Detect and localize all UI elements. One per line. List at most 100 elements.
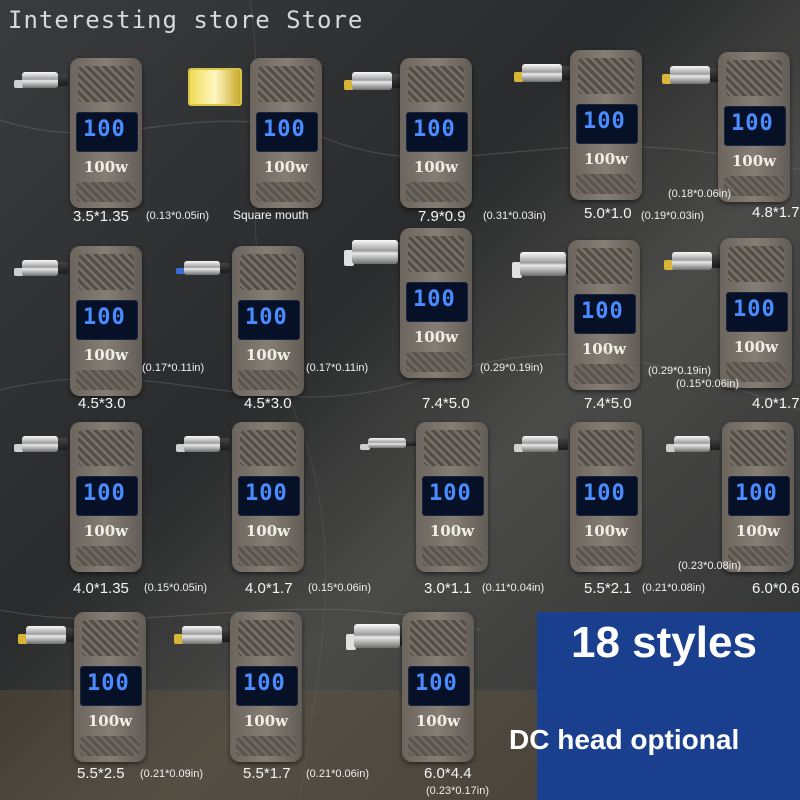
size-label: 3.5*1.35 — [73, 208, 129, 225]
size-label: 4.8*1.7 — [752, 204, 800, 221]
size-label: 6.0*0.6 — [752, 580, 800, 597]
display-readout: 100 — [733, 297, 776, 322]
square-tip-icon — [188, 68, 242, 106]
adapter-foot — [574, 364, 634, 384]
adapter-grill — [82, 620, 138, 656]
adapter-grill — [78, 430, 134, 466]
inch-label: (0.23*0.08in) — [678, 560, 741, 572]
adapter-grill — [730, 430, 786, 466]
display-screen: 100 — [408, 666, 470, 706]
adapter-body: 100 100w — [70, 58, 142, 208]
wattage-label: 100w — [733, 338, 779, 356]
display-readout: 100 — [87, 671, 130, 696]
adapter-foot — [76, 182, 136, 202]
size-label: 4.0*1.35 — [73, 580, 129, 597]
size-label: 5.5*2.1 — [584, 580, 632, 597]
display-screen: 100 — [574, 294, 636, 334]
adapter-body: 100 100w — [416, 422, 488, 572]
store-title: Interesting store Store — [8, 6, 364, 34]
display-screen: 100 — [576, 104, 638, 144]
display-readout: 100 — [415, 671, 458, 696]
wattage-label: 100w — [415, 712, 461, 730]
adapter-body: 100 100w — [232, 246, 304, 396]
adapter-foot — [238, 370, 298, 390]
adapter-grill — [410, 620, 466, 656]
adapter-grill — [408, 66, 464, 102]
display-readout: 100 — [243, 671, 286, 696]
display-screen: 100 — [238, 300, 300, 340]
display-screen: 100 — [422, 476, 484, 516]
display-readout: 100 — [245, 481, 288, 506]
adapter-foot — [408, 736, 468, 756]
product-item: 100 100w — [172, 246, 348, 416]
size-label: 7.4*5.0 — [422, 395, 470, 412]
wattage-label: 100w — [731, 152, 777, 170]
adapter-grill — [258, 66, 314, 102]
display-readout: 100 — [245, 305, 288, 330]
product-item: 100 100w — [14, 612, 190, 782]
adapter-body: 100 100w — [720, 238, 792, 388]
adapter-body: 100 100w — [70, 246, 142, 396]
inch-label: (0.18*0.06in) — [668, 188, 731, 200]
adapter-foot — [256, 182, 316, 202]
wattage-label: 100w — [263, 158, 309, 176]
wattage-label: 100w — [735, 522, 781, 540]
display-readout: 100 — [263, 117, 306, 142]
display-readout: 100 — [583, 109, 626, 134]
adapter-grill — [78, 66, 134, 102]
adapter-body: 100 100w — [570, 50, 642, 200]
adapter-foot — [406, 352, 466, 372]
adapter-foot — [76, 546, 136, 566]
adapter-body: 100 100w — [402, 612, 474, 762]
display-readout: 100 — [83, 305, 126, 330]
adapter-foot — [576, 546, 636, 566]
product-item: 100 100w — [172, 422, 348, 592]
display-readout: 100 — [83, 117, 126, 142]
size-label: 4.5*3.0 — [244, 395, 292, 412]
adapter-foot — [238, 546, 298, 566]
size-label: 7.4*5.0 — [584, 395, 632, 412]
adapter-grill — [240, 430, 296, 466]
adapter-grill — [408, 236, 464, 272]
wattage-label: 100w — [429, 522, 475, 540]
product-item: 100 100w — [510, 422, 686, 592]
product-item: 100 100w — [10, 58, 186, 228]
display-screen: 100 — [238, 476, 300, 516]
adapter-body: 100 100w — [722, 422, 794, 572]
banner-subline: DC head optional — [509, 724, 740, 755]
adapter-foot — [236, 736, 296, 756]
wattage-label: 100w — [581, 340, 627, 358]
adapter-foot — [724, 176, 784, 196]
product-item: 100 100w — [340, 58, 516, 228]
display-screen: 100 — [728, 476, 790, 516]
wattage-label: 100w — [245, 522, 291, 540]
wattage-label: 100w — [87, 712, 133, 730]
display-readout: 100 — [735, 481, 778, 506]
adapter-foot — [80, 736, 140, 756]
size-label: 4.0*1.7 — [752, 395, 800, 412]
wattage-label: 100w — [83, 158, 129, 176]
display-screen: 100 — [256, 112, 318, 152]
display-screen: 100 — [76, 112, 138, 152]
display-screen: 100 — [406, 282, 468, 322]
size-label: 3.0*1.1 — [424, 580, 472, 597]
wattage-label: 100w — [583, 522, 629, 540]
display-readout: 100 — [429, 481, 472, 506]
size-label: 5.0*1.0 — [584, 205, 632, 222]
display-screen: 100 — [406, 112, 468, 152]
size-label: 5.5*2.5 — [77, 765, 125, 782]
adapter-foot — [422, 546, 482, 566]
banner-headline: 18 styles — [571, 618, 757, 667]
display-readout: 100 — [83, 481, 126, 506]
adapter-body: 100 100w — [570, 422, 642, 572]
display-readout: 100 — [413, 287, 456, 312]
wattage-label: 100w — [413, 328, 459, 346]
display-screen: 100 — [80, 666, 142, 706]
adapter-foot — [76, 370, 136, 390]
wattage-label: 100w — [245, 346, 291, 364]
size-label: 6.0*4.4 — [424, 765, 472, 782]
size-label: 5.5*1.7 — [243, 765, 291, 782]
display-screen: 100 — [76, 476, 138, 516]
display-readout: 100 — [413, 117, 456, 142]
size-label: 4.0*1.7 — [245, 580, 293, 597]
